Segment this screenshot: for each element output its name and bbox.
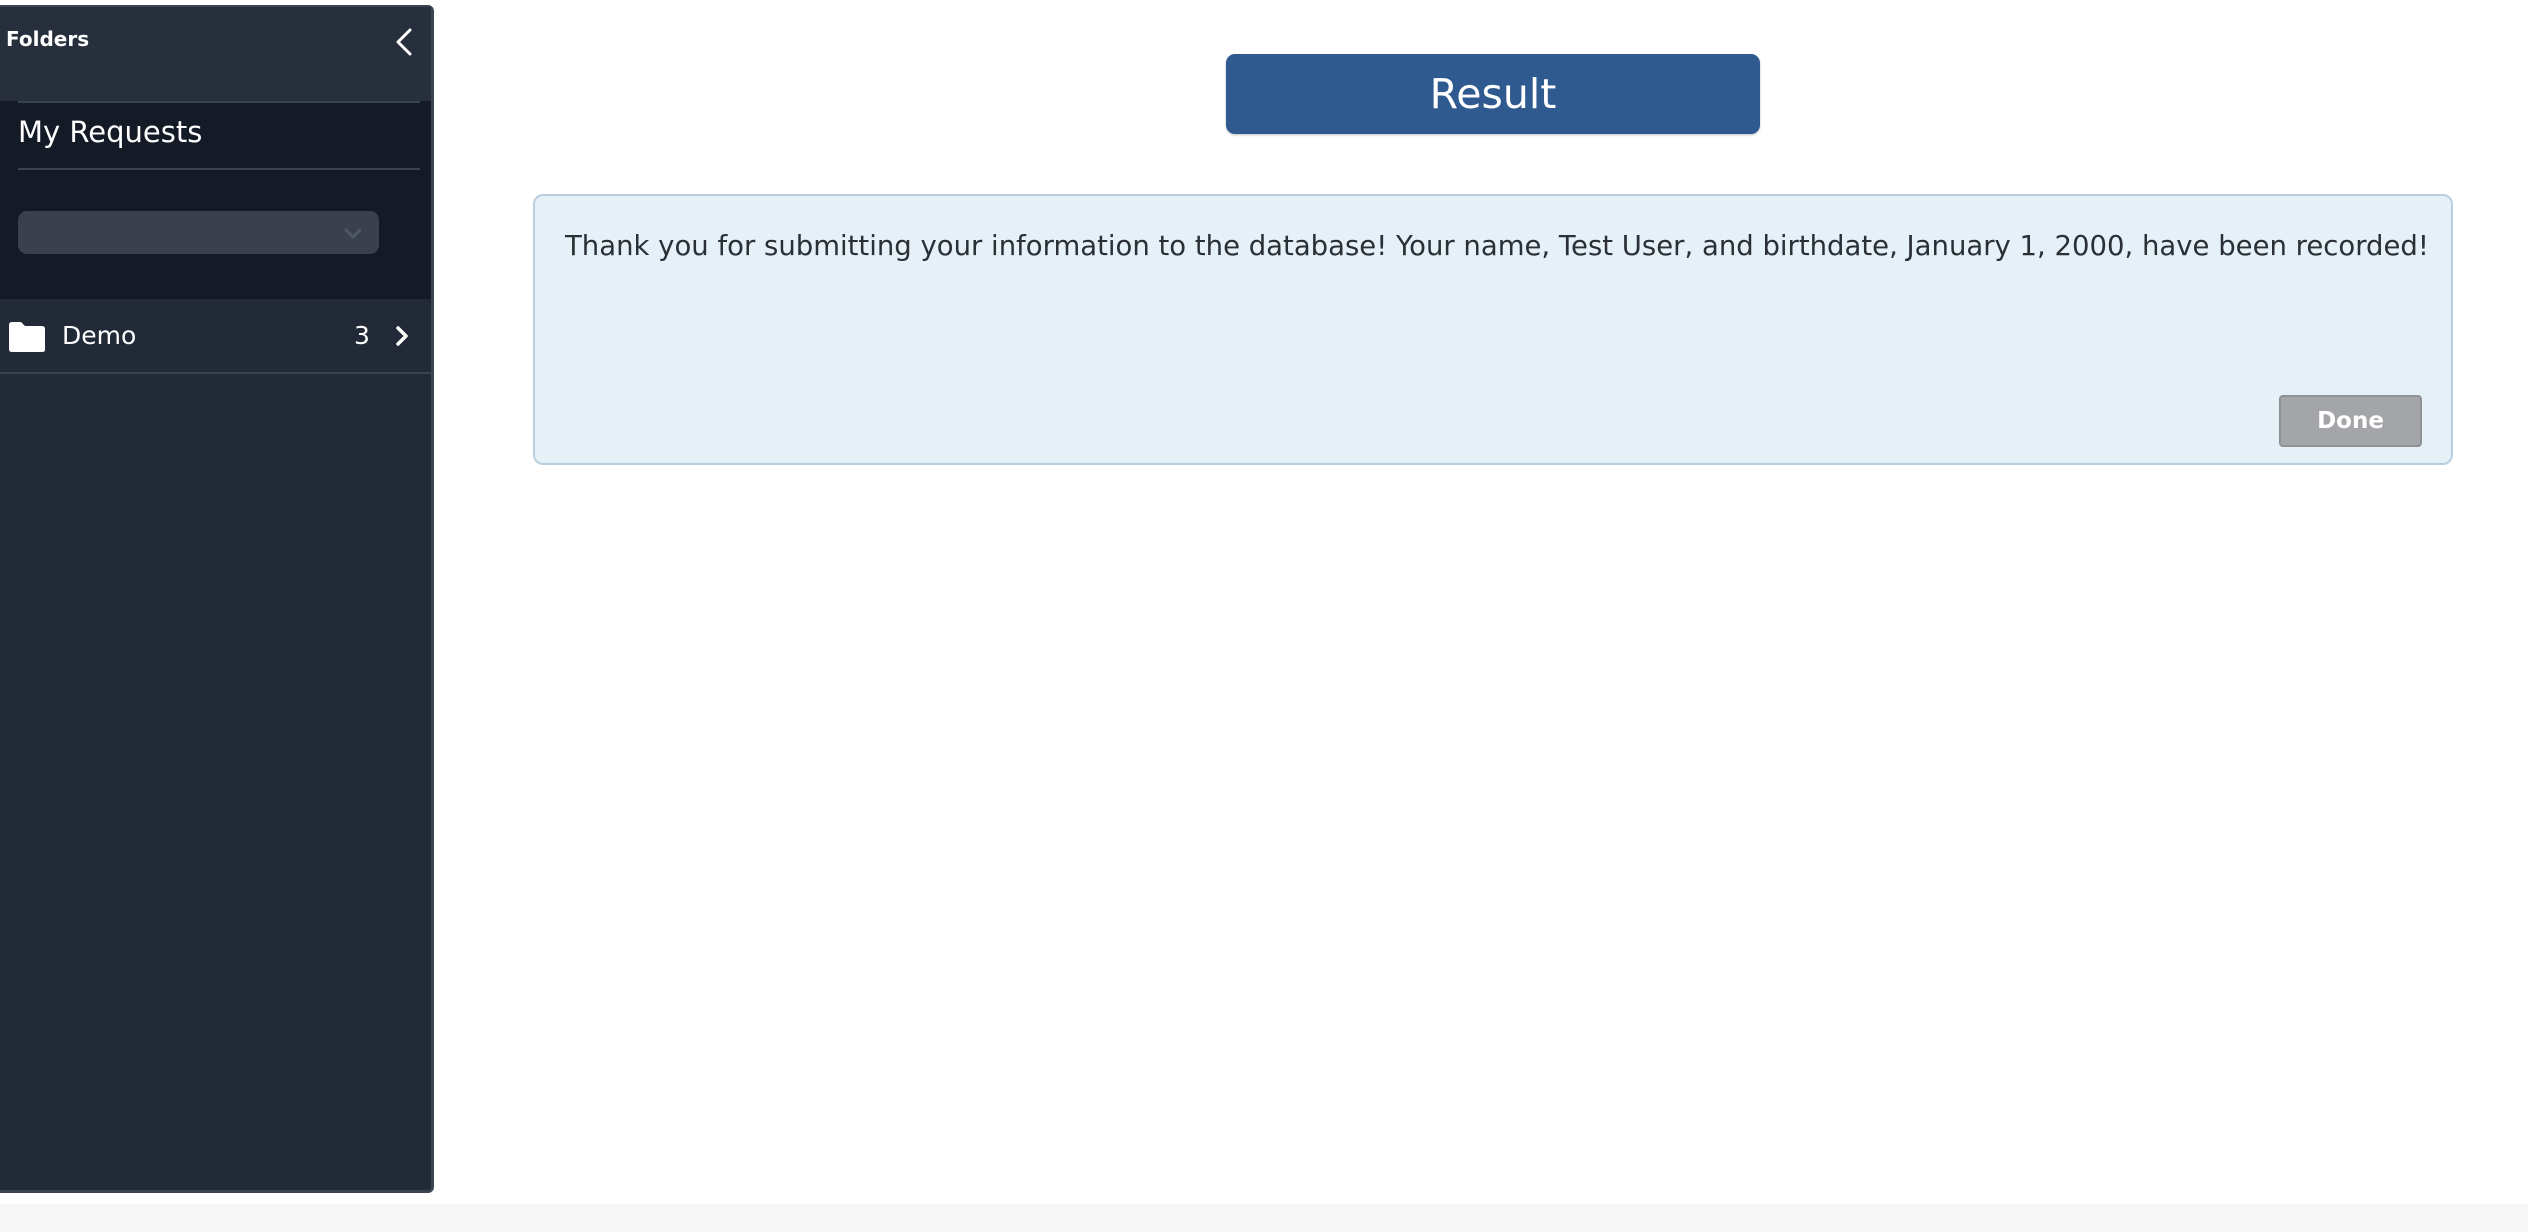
divider xyxy=(18,168,420,170)
divider xyxy=(18,101,420,103)
chevron-right-icon xyxy=(390,323,414,349)
done-button[interactable]: Done xyxy=(2279,395,2422,447)
result-card: Thank you for submitting your informatio… xyxy=(533,194,2453,465)
folder-item-demo[interactable]: Demo 3 xyxy=(0,300,431,374)
sidebar-header: Folders xyxy=(0,7,431,101)
result-title: Result xyxy=(1226,54,1760,134)
folder-name: Demo xyxy=(62,321,137,350)
result-message: Thank you for submitting your informatio… xyxy=(565,230,2429,262)
my-requests-panel: My Requests xyxy=(0,101,431,299)
folder-icon xyxy=(8,321,46,353)
chevron-left-icon[interactable] xyxy=(388,25,422,59)
sidebar-title: Folders xyxy=(6,27,90,51)
chevron-down-icon xyxy=(341,221,365,245)
bottom-strip xyxy=(0,1204,2528,1232)
my-requests-title: My Requests xyxy=(18,115,203,149)
requests-dropdown[interactable] xyxy=(18,211,379,254)
folders-sidebar: Folders My Requests Demo 3 xyxy=(0,5,434,1193)
folder-count-badge: 3 xyxy=(354,321,370,350)
